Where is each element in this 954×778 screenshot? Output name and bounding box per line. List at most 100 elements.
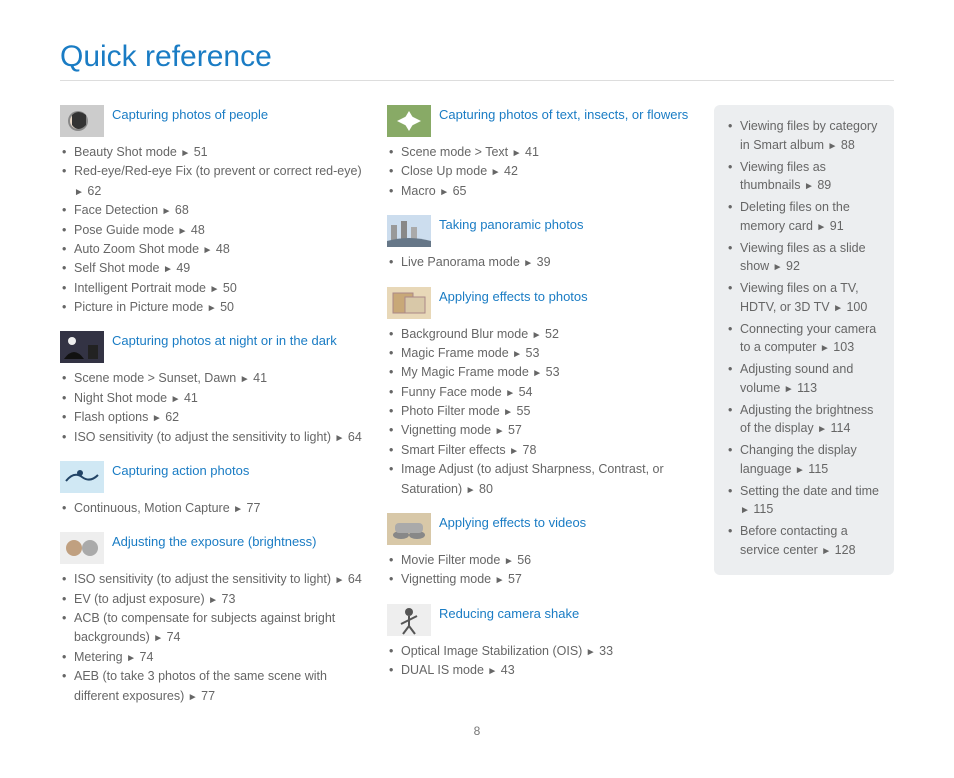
section: Applying effects to videos Movie Filter m… xyxy=(387,513,690,590)
list-item[interactable]: Changing the display language ► 115 xyxy=(726,441,882,479)
action-icon xyxy=(60,461,104,493)
list-item[interactable]: Smart Filter effects ► 78 xyxy=(387,441,690,460)
item-text: Setting the date and time xyxy=(740,484,879,498)
list-item[interactable]: ISO sensitivity (to adjust the sensitivi… xyxy=(60,570,363,589)
arrow-icon: ► xyxy=(505,388,515,399)
sidebar-list: Viewing files by category in Smart album… xyxy=(726,117,882,560)
section-title[interactable]: Capturing photos of text, insects, or fl… xyxy=(439,105,688,124)
item-text: Background Blur mode xyxy=(401,327,532,341)
section-head: Applying effects to videos xyxy=(387,513,690,545)
list-item[interactable]: Scene mode > Text ► 41 xyxy=(387,143,690,162)
section: Capturing photos at night or in the dark… xyxy=(60,331,363,447)
arrow-icon: ► xyxy=(504,556,514,567)
item-page: 68 xyxy=(171,203,188,217)
item-text: ACB (to compensate for subjects against … xyxy=(74,611,335,644)
arrow-icon: ► xyxy=(233,504,243,515)
item-page: 100 xyxy=(843,300,867,314)
arrow-icon: ► xyxy=(512,148,522,159)
arrow-icon: ► xyxy=(203,245,213,256)
section: Capturing photos of text, insects, or fl… xyxy=(387,105,690,201)
list-item[interactable]: Vignetting mode ► 57 xyxy=(387,421,690,440)
item-page: 57 xyxy=(505,423,522,437)
item-page: 48 xyxy=(212,242,229,256)
list-item[interactable]: Vignetting mode ► 57 xyxy=(387,570,690,589)
section-title[interactable]: Applying effects to videos xyxy=(439,513,586,532)
arrow-icon: ► xyxy=(828,141,838,152)
list-item[interactable]: Macro ► 65 xyxy=(387,182,690,201)
arrow-icon: ► xyxy=(816,222,826,233)
item-page: 41 xyxy=(522,145,539,159)
section-title[interactable]: Capturing action photos xyxy=(112,461,249,480)
list-item[interactable]: My Magic Frame mode ► 53 xyxy=(387,363,690,382)
arrow-icon: ► xyxy=(162,206,172,217)
list-item[interactable]: DUAL IS mode ► 43 xyxy=(387,661,690,680)
item-text: Funny Face mode xyxy=(401,385,505,399)
list-item[interactable]: AEB (to take 3 photos of the same scene … xyxy=(60,667,363,706)
arrow-icon: ► xyxy=(180,148,190,159)
list-item[interactable]: Connecting your camera to a computer ► 1… xyxy=(726,320,882,358)
list-item[interactable]: Close Up mode ► 42 xyxy=(387,162,690,181)
arrow-icon: ► xyxy=(820,343,830,354)
list-item[interactable]: Setting the date and time ► 115 xyxy=(726,482,882,520)
item-list: Background Blur mode ► 52Magic Frame mod… xyxy=(387,325,690,499)
section: Reducing camera shake Optical Image Stabi… xyxy=(387,604,690,681)
list-item[interactable]: Red-eye/Red-eye Fix (to prevent or corre… xyxy=(60,162,363,201)
arrow-icon: ► xyxy=(795,465,805,476)
item-page: 91 xyxy=(826,219,843,233)
list-item[interactable]: Viewing files on a TV, HDTV, or 3D TV ► … xyxy=(726,279,882,317)
item-page: 74 xyxy=(163,630,180,644)
list-item[interactable]: Viewing files as a slide show ► 92 xyxy=(726,239,882,277)
list-item[interactable]: Beauty Shot mode ► 51 xyxy=(60,143,363,162)
item-page: 80 xyxy=(476,482,493,496)
item-page: 64 xyxy=(344,572,361,586)
arrow-icon: ► xyxy=(523,258,533,269)
item-page: 49 xyxy=(173,261,190,275)
list-item[interactable]: Pose Guide mode ► 48 xyxy=(60,221,363,240)
item-list: Beauty Shot mode ► 51Red-eye/Red-eye Fix… xyxy=(60,143,363,317)
list-item[interactable]: Movie Filter mode ► 56 xyxy=(387,551,690,570)
section-title[interactable]: Capturing photos at night or in the dark xyxy=(112,331,337,350)
item-text: Viewing files as a slide show xyxy=(740,241,866,274)
list-item[interactable]: Photo Filter mode ► 55 xyxy=(387,402,690,421)
list-item[interactable]: Flash options ► 62 xyxy=(60,408,363,427)
arrow-icon: ► xyxy=(178,226,188,237)
list-item[interactable]: Before contacting a service center ► 128 xyxy=(726,522,882,560)
section-title[interactable]: Taking panoramic photos xyxy=(439,215,584,234)
list-item[interactable]: Auto Zoom Shot mode ► 48 xyxy=(60,240,363,259)
item-page: 88 xyxy=(837,138,854,152)
list-item[interactable]: Magic Frame mode ► 53 xyxy=(387,344,690,363)
list-item[interactable]: Viewing files as thumbnails ► 89 xyxy=(726,158,882,196)
list-item[interactable]: Adjusting sound and volume ► 113 xyxy=(726,360,882,398)
list-item[interactable]: Viewing files by category in Smart album… xyxy=(726,117,882,155)
item-page: 51 xyxy=(190,145,207,159)
item-page: 103 xyxy=(830,340,854,354)
list-item[interactable]: Self Shot mode ► 49 xyxy=(60,259,363,278)
item-text: Night Shot mode xyxy=(74,391,171,405)
list-item[interactable]: Background Blur mode ► 52 xyxy=(387,325,690,344)
list-item[interactable]: Live Panorama mode ► 39 xyxy=(387,253,690,272)
list-item[interactable]: ACB (to compensate for subjects against … xyxy=(60,609,363,648)
list-item[interactable]: Optical Image Stabilization (OIS) ► 33 xyxy=(387,642,690,661)
list-item[interactable]: Deleting files on the memory card ► 91 xyxy=(726,198,882,236)
list-item[interactable]: Adjusting the brightness of the display … xyxy=(726,401,882,439)
item-page: 114 xyxy=(827,421,850,435)
list-item[interactable]: Metering ► 74 xyxy=(60,648,363,667)
section-title[interactable]: Reducing camera shake xyxy=(439,604,579,623)
list-item[interactable]: Image Adjust (to adjust Sharpness, Contr… xyxy=(387,460,690,499)
list-item[interactable]: Scene mode > Sunset, Dawn ► 41 xyxy=(60,369,363,388)
list-item[interactable]: EV (to adjust exposure) ► 73 xyxy=(60,590,363,609)
list-item[interactable]: Continuous, Motion Capture ► 77 xyxy=(60,499,363,518)
section: Applying effects to photos Background Blu… xyxy=(387,287,690,499)
section-title[interactable]: Adjusting the exposure (brightness) xyxy=(112,532,317,551)
list-item[interactable]: Picture in Picture mode ► 50 xyxy=(60,298,363,317)
list-item[interactable]: Intelligent Portrait mode ► 50 xyxy=(60,279,363,298)
item-list: Movie Filter mode ► 56Vignetting mode ► … xyxy=(387,551,690,590)
item-page: 41 xyxy=(181,391,198,405)
list-item[interactable]: ISO sensitivity (to adjust the sensitivi… xyxy=(60,428,363,447)
list-item[interactable]: Night Shot mode ► 41 xyxy=(60,389,363,408)
list-item[interactable]: Face Detection ► 68 xyxy=(60,201,363,220)
list-item[interactable]: Funny Face mode ► 54 xyxy=(387,383,690,402)
section-title[interactable]: Capturing photos of people xyxy=(112,105,268,124)
arrow-icon: ► xyxy=(821,546,831,557)
section-title[interactable]: Applying effects to photos xyxy=(439,287,588,306)
